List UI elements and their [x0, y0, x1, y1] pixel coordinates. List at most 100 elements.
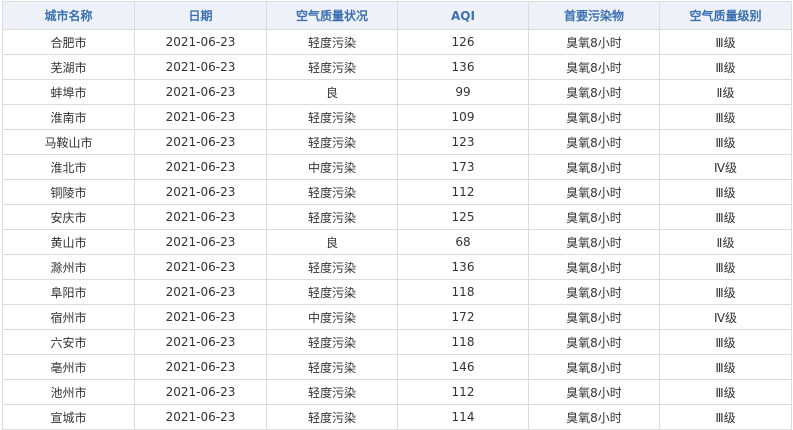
table-row: 合肥市 2021-06-23 轻度污染 126 臭氧8小时 Ⅲ级: [2, 29, 792, 55]
cell-quality-level: Ⅲ级: [659, 204, 792, 230]
cell-city: 阜阳市: [2, 279, 135, 305]
table-row: 马鞍山市 2021-06-23 轻度污染 123 臭氧8小时 Ⅲ级: [2, 129, 792, 155]
table-body: 合肥市 2021-06-23 轻度污染 126 臭氧8小时 Ⅲ级 芜湖市 2021-06-23…: [2, 29, 792, 430]
cell-date: 2021-06-23: [134, 54, 267, 80]
cell-quality-level: Ⅲ级: [659, 254, 792, 280]
table-row: 宣城市 2021-06-23 轻度污染 114 臭氧8小时 Ⅲ级: [2, 404, 792, 430]
cell-quality-status: 轻度污染: [266, 354, 398, 380]
cell-city: 马鞍山市: [2, 129, 135, 155]
cell-city: 六安市: [2, 329, 135, 355]
cell-primary-pollutant: 臭氧8小时: [528, 179, 660, 205]
cell-primary-pollutant: 臭氧8小时: [528, 54, 660, 80]
cell-aqi: 109: [397, 104, 529, 130]
cell-primary-pollutant: 臭氧8小时: [528, 304, 660, 330]
cell-quality-status: 轻度污染: [266, 129, 398, 155]
cell-date: 2021-06-23: [134, 254, 267, 280]
cell-aqi: 68: [397, 229, 529, 255]
table-row: 六安市 2021-06-23 轻度污染 118 臭氧8小时 Ⅲ级: [2, 329, 792, 355]
cell-city: 淮北市: [2, 154, 135, 180]
cell-city: 宣城市: [2, 404, 135, 430]
cell-city: 亳州市: [2, 354, 135, 380]
cell-aqi: 126: [397, 29, 529, 55]
cell-quality-status: 轻度污染: [266, 254, 398, 280]
cell-date: 2021-06-23: [134, 129, 267, 155]
cell-primary-pollutant: 臭氧8小时: [528, 29, 660, 55]
table-row: 阜阳市 2021-06-23 轻度污染 118 臭氧8小时 Ⅲ级: [2, 279, 792, 305]
table-row: 淮北市 2021-06-23 中度污染 173 臭氧8小时 Ⅳ级: [2, 154, 792, 180]
cell-date: 2021-06-23: [134, 354, 267, 380]
cell-quality-status: 轻度污染: [266, 29, 398, 55]
air-quality-table: 城市名称 日期 空气质量状况 AQI 首要污染物 空气质量级别 合肥市 2021-…: [2, 1, 792, 430]
cell-quality-status: 中度污染: [266, 154, 398, 180]
cell-quality-level: Ⅱ级: [659, 79, 792, 105]
cell-aqi: 136: [397, 54, 529, 80]
cell-city: 蚌埠市: [2, 79, 135, 105]
cell-primary-pollutant: 臭氧8小时: [528, 104, 660, 130]
table-row: 芜湖市 2021-06-23 轻度污染 136 臭氧8小时 Ⅲ级: [2, 54, 792, 80]
header-date: 日期: [134, 1, 267, 30]
cell-quality-level: Ⅲ级: [659, 104, 792, 130]
cell-date: 2021-06-23: [134, 404, 267, 430]
cell-date: 2021-06-23: [134, 279, 267, 305]
cell-city: 安庆市: [2, 204, 135, 230]
table-row: 黄山市 2021-06-23 良 68 臭氧8小时 Ⅱ级: [2, 229, 792, 255]
cell-quality-level: Ⅲ级: [659, 129, 792, 155]
header-quality-status: 空气质量状况: [266, 1, 398, 30]
cell-city: 黄山市: [2, 229, 135, 255]
cell-quality-level: Ⅲ级: [659, 404, 792, 430]
cell-city: 宿州市: [2, 304, 135, 330]
cell-aqi: 136: [397, 254, 529, 280]
cell-date: 2021-06-23: [134, 79, 267, 105]
table-row: 铜陵市 2021-06-23 轻度污染 112 臭氧8小时 Ⅲ级: [2, 179, 792, 205]
table-header-row: 城市名称 日期 空气质量状况 AQI 首要污染物 空气质量级别: [2, 1, 792, 30]
cell-primary-pollutant: 臭氧8小时: [528, 154, 660, 180]
cell-date: 2021-06-23: [134, 304, 267, 330]
header-city: 城市名称: [2, 1, 135, 30]
cell-aqi: 118: [397, 329, 529, 355]
cell-aqi: 172: [397, 304, 529, 330]
cell-quality-status: 轻度污染: [266, 54, 398, 80]
table-row: 滁州市 2021-06-23 轻度污染 136 臭氧8小时 Ⅲ级: [2, 254, 792, 280]
cell-date: 2021-06-23: [134, 379, 267, 405]
cell-primary-pollutant: 臭氧8小时: [528, 254, 660, 280]
cell-primary-pollutant: 臭氧8小时: [528, 354, 660, 380]
cell-primary-pollutant: 臭氧8小时: [528, 129, 660, 155]
cell-quality-level: Ⅳ级: [659, 304, 792, 330]
cell-quality-level: Ⅲ级: [659, 54, 792, 80]
cell-aqi: 125: [397, 204, 529, 230]
cell-primary-pollutant: 臭氧8小时: [528, 329, 660, 355]
cell-city: 合肥市: [2, 29, 135, 55]
cell-date: 2021-06-23: [134, 179, 267, 205]
cell-city: 芜湖市: [2, 54, 135, 80]
cell-quality-status: 轻度污染: [266, 104, 398, 130]
table-row: 池州市 2021-06-23 轻度污染 112 臭氧8小时 Ⅲ级: [2, 379, 792, 405]
cell-quality-status: 轻度污染: [266, 179, 398, 205]
cell-aqi: 118: [397, 279, 529, 305]
header-aqi: AQI: [397, 1, 529, 30]
cell-aqi: 114: [397, 404, 529, 430]
cell-quality-status: 轻度污染: [266, 279, 398, 305]
cell-aqi: 123: [397, 129, 529, 155]
table-row: 淮南市 2021-06-23 轻度污染 109 臭氧8小时 Ⅲ级: [2, 104, 792, 130]
cell-quality-level: Ⅲ级: [659, 354, 792, 380]
cell-quality-level: Ⅲ级: [659, 279, 792, 305]
cell-quality-level: Ⅲ级: [659, 329, 792, 355]
cell-primary-pollutant: 臭氧8小时: [528, 279, 660, 305]
header-quality-level: 空气质量级别: [659, 1, 792, 30]
cell-primary-pollutant: 臭氧8小时: [528, 404, 660, 430]
cell-date: 2021-06-23: [134, 104, 267, 130]
cell-date: 2021-06-23: [134, 229, 267, 255]
cell-primary-pollutant: 臭氧8小时: [528, 79, 660, 105]
cell-quality-status: 良: [266, 229, 398, 255]
cell-quality-status: 轻度污染: [266, 329, 398, 355]
cell-aqi: 112: [397, 379, 529, 405]
table-row: 亳州市 2021-06-23 轻度污染 146 臭氧8小时 Ⅲ级: [2, 354, 792, 380]
cell-quality-status: 轻度污染: [266, 204, 398, 230]
cell-quality-level: Ⅲ级: [659, 29, 792, 55]
cell-aqi: 146: [397, 354, 529, 380]
cell-quality-status: 良: [266, 79, 398, 105]
cell-quality-status: 轻度污染: [266, 404, 398, 430]
cell-city: 铜陵市: [2, 179, 135, 205]
cell-city: 滁州市: [2, 254, 135, 280]
cell-quality-level: Ⅲ级: [659, 379, 792, 405]
